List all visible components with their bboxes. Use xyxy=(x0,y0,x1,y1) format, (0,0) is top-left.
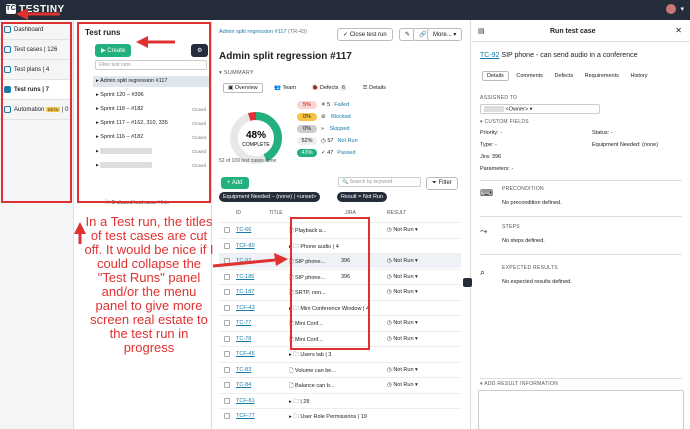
arrow-head xyxy=(136,36,148,48)
arrow-titles xyxy=(212,258,276,268)
arrow-head xyxy=(274,253,288,266)
arrow-head xyxy=(16,8,28,20)
annotation-arrows xyxy=(16,8,288,268)
arrow-head xyxy=(74,222,86,234)
